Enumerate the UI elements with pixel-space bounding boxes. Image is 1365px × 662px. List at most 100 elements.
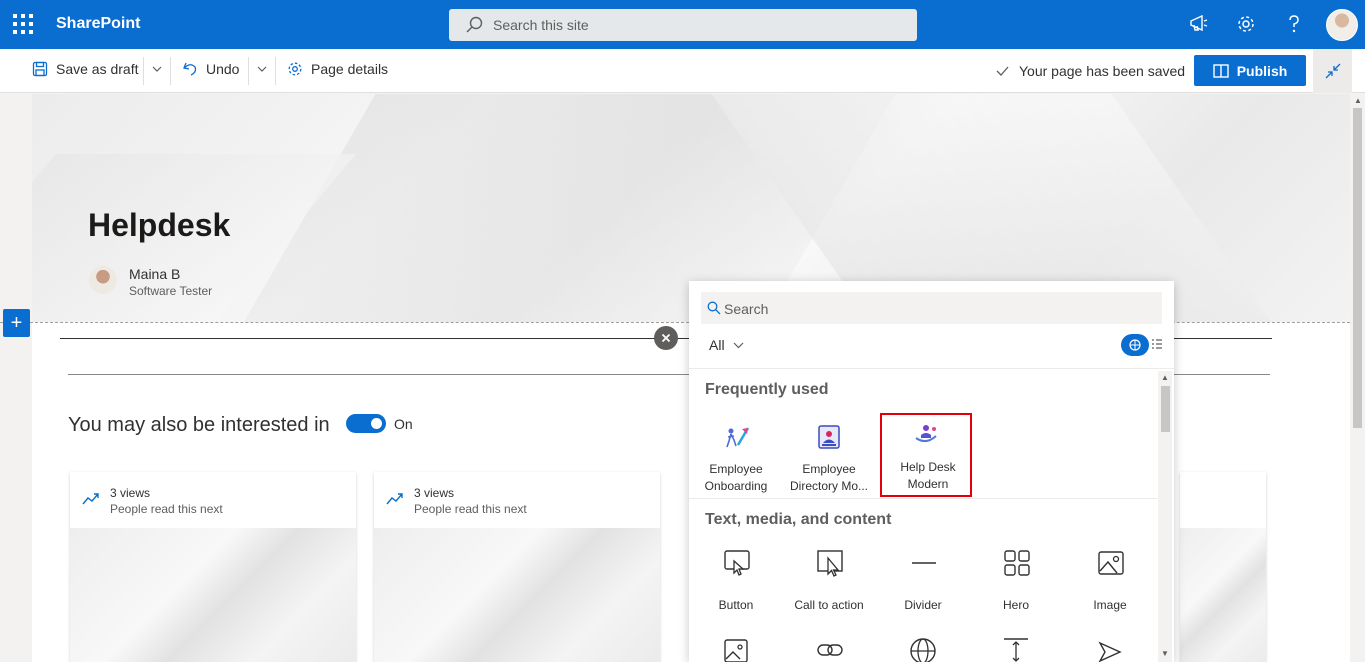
chevron-down-icon xyxy=(733,342,743,349)
chevron-down-icon[interactable] xyxy=(256,63,268,75)
save-as-draft-button[interactable]: Save as draft xyxy=(32,61,139,77)
page-details-label: Page details xyxy=(311,61,389,77)
save-status-text: Your page has been saved xyxy=(1019,63,1186,79)
filter-label: All xyxy=(709,337,725,353)
toolbox-scrollbar[interactable]: ▲ ▼ xyxy=(1158,371,1172,662)
link-icon[interactable] xyxy=(816,637,844,662)
webpart-label: Call to action xyxy=(794,598,864,612)
gear-icon xyxy=(288,62,302,76)
help-desk-icon xyxy=(915,425,937,442)
save-status: Your page has been saved xyxy=(996,63,1185,79)
button-icon xyxy=(724,550,750,576)
page-scrollbar[interactable]: ▲ xyxy=(1350,94,1365,662)
save-icon xyxy=(32,61,48,77)
chevron-down-icon[interactable] xyxy=(151,63,163,75)
page-title[interactable]: Helpdesk xyxy=(88,207,230,244)
webpart-divider[interactable]: Divider xyxy=(877,549,969,625)
card-views: 3 views xyxy=(414,486,455,500)
category-filter-dropdown[interactable]: All xyxy=(709,337,744,353)
publish-button[interactable]: Publish xyxy=(1194,55,1306,86)
divider xyxy=(170,57,171,85)
help-icon[interactable] xyxy=(1283,13,1305,35)
divider xyxy=(689,368,1174,369)
trending-icon xyxy=(386,493,403,505)
divider xyxy=(248,57,249,85)
undo-button[interactable]: Undo xyxy=(182,61,239,77)
webpart-label: Hero xyxy=(1002,598,1029,612)
web-part-toolbox: Search All Frequently used Employee Onbo… xyxy=(689,281,1174,662)
call-to-action-icon xyxy=(817,550,843,577)
webpart-image[interactable]: Image xyxy=(1064,549,1156,625)
close-icon xyxy=(661,333,671,343)
webpart-label: Button xyxy=(718,598,754,612)
image-gallery-icon[interactable] xyxy=(722,637,750,662)
divider xyxy=(689,498,1157,499)
add-section-button[interactable]: + xyxy=(3,309,30,337)
card-subtitle: People read this next xyxy=(110,502,223,516)
site-search-input[interactable]: Search this site xyxy=(449,9,917,41)
undo-icon xyxy=(183,62,197,76)
globe-icon[interactable] xyxy=(909,637,937,662)
scroll-thumb[interactable] xyxy=(1161,386,1170,432)
author-avatar xyxy=(89,266,117,294)
webpart-label: Image xyxy=(1093,598,1127,612)
employee-directory-icon xyxy=(818,425,840,449)
card-subtitle: People read this next xyxy=(414,502,527,516)
collapse-icon xyxy=(1325,63,1340,79)
section-heading: You may also be interested in xyxy=(68,414,330,436)
save-as-draft-label: Save as draft xyxy=(56,61,139,77)
close-toolbox-button[interactable] xyxy=(654,326,678,350)
search-icon xyxy=(707,301,721,315)
frequently-used-heading: Frequently used xyxy=(705,381,829,398)
webpart-hero[interactable]: Hero xyxy=(970,549,1062,625)
megaphone-icon[interactable] xyxy=(1188,13,1210,35)
scroll-up-icon[interactable]: ▲ xyxy=(1354,96,1362,105)
interest-toggle[interactable] xyxy=(346,414,386,433)
collapse-button[interactable] xyxy=(1313,49,1352,93)
command-bar: Save as draft Undo Page details Your pag… xyxy=(0,49,1365,93)
news-card[interactable]: 3 views People read this next xyxy=(70,472,356,662)
grid-view-toggle[interactable] xyxy=(1121,334,1149,356)
divider xyxy=(143,57,144,85)
image-icon xyxy=(1098,551,1124,575)
scroll-thumb[interactable] xyxy=(1353,108,1362,428)
webpart-label: Help Desk Modern xyxy=(900,460,956,491)
webpart-label: Employee Onboarding xyxy=(704,462,768,493)
webpart-employee-onboarding[interactable]: Employee Onboarding xyxy=(690,415,782,499)
divider-icon xyxy=(912,562,936,564)
card-thumbnail xyxy=(1180,528,1266,662)
author-role: Software Tester xyxy=(129,284,213,298)
book-icon xyxy=(1213,63,1229,78)
search-placeholder: Search this site xyxy=(493,17,589,33)
webpart-call-to-action[interactable]: Call to action xyxy=(783,549,875,625)
app-launcher-icon[interactable] xyxy=(13,14,33,34)
scroll-down-icon[interactable]: ▼ xyxy=(1161,649,1169,658)
list-view-icon[interactable] xyxy=(1151,338,1163,350)
hero-icon xyxy=(1004,550,1030,576)
page-details-button[interactable]: Page details xyxy=(287,61,388,77)
news-card[interactable] xyxy=(1180,472,1266,662)
card-views: 3 views xyxy=(110,486,151,500)
toolbox-search-input[interactable]: Search xyxy=(701,292,1162,324)
toolbox-search-placeholder: Search xyxy=(724,301,769,317)
card-thumbnail xyxy=(70,528,356,662)
author-name: Maina B xyxy=(129,266,181,282)
undo-label: Undo xyxy=(206,61,240,77)
plus-icon: + xyxy=(10,311,23,334)
toggle-label: On xyxy=(394,416,413,432)
text-media-heading: Text, media, and content xyxy=(705,511,892,528)
employee-onboarding-icon xyxy=(726,427,750,448)
user-avatar[interactable] xyxy=(1326,9,1358,41)
app-name[interactable]: SharePoint xyxy=(56,15,140,33)
search-icon xyxy=(466,16,483,33)
webpart-employee-directory[interactable]: Employee Directory Mo... xyxy=(783,415,875,499)
news-card[interactable]: 3 views People read this next xyxy=(374,472,660,662)
gear-icon[interactable] xyxy=(1235,13,1257,35)
webpart-button[interactable]: Button xyxy=(690,549,782,625)
trending-icon xyxy=(82,493,99,505)
divider xyxy=(275,57,276,85)
scroll-up-icon[interactable]: ▲ xyxy=(1161,373,1169,382)
stream-icon[interactable] xyxy=(1096,637,1124,662)
webpart-help-desk-modern[interactable]: Help Desk Modern xyxy=(880,413,972,497)
spacer-icon[interactable] xyxy=(1002,637,1030,662)
